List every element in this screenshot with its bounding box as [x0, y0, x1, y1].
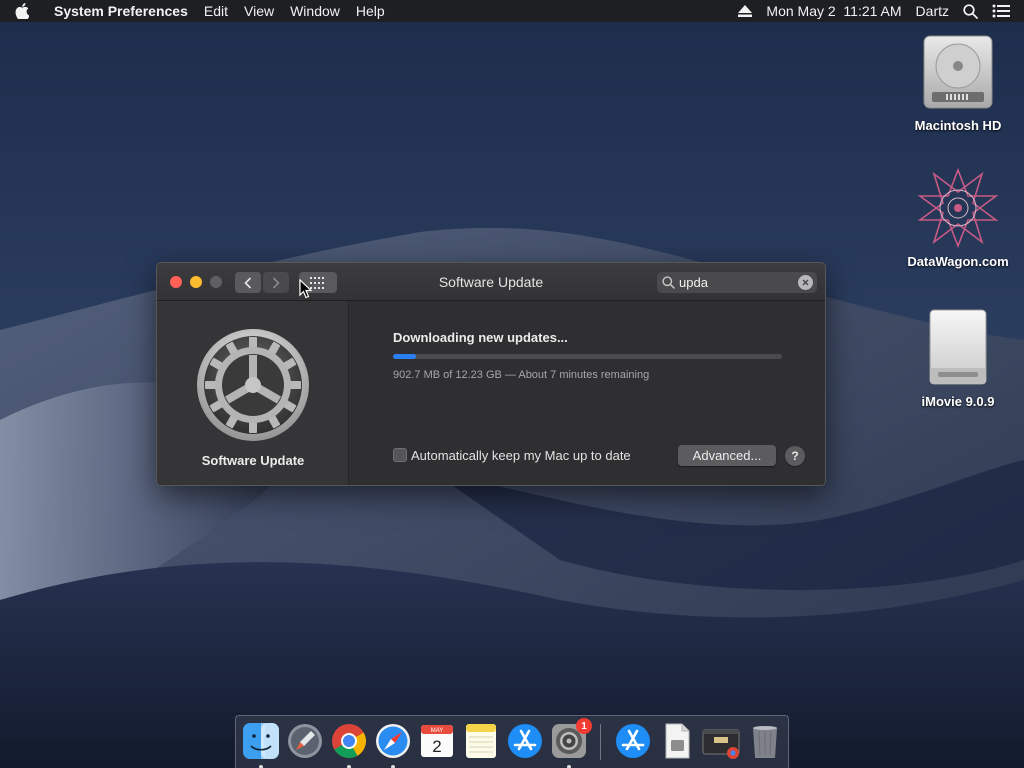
hard-drive-icon — [916, 30, 1000, 114]
menu-bar: System Preferences Edit View Window Help… — [0, 0, 1024, 22]
zoom-button[interactable] — [210, 276, 222, 288]
chrome-icon — [332, 724, 366, 758]
dock-item-launchpad[interactable] — [286, 722, 324, 760]
calendar-day: 2 — [432, 737, 441, 756]
document-icon — [665, 723, 690, 759]
close-button[interactable] — [170, 276, 182, 288]
datawagon-emblem-icon — [916, 166, 1000, 250]
dock-item-finder[interactable] — [242, 722, 280, 768]
menu-view[interactable]: View — [236, 0, 282, 22]
trash-icon — [753, 726, 777, 758]
menu-clock[interactable]: Mon May 2 11:21 AM — [759, 0, 908, 22]
notification-center-icon[interactable] — [985, 4, 1024, 18]
eject-icon[interactable] — [731, 5, 759, 17]
pane-name-label: Software Update — [201, 453, 305, 468]
download-progress-fill — [393, 354, 417, 359]
desktop-icon-label: iMovie 9.0.9 — [921, 394, 995, 409]
notes-icon — [466, 724, 496, 758]
dock-item-calendar[interactable]: MAY 2 — [418, 722, 456, 760]
dock-item-safari[interactable] — [374, 722, 412, 768]
download-progress-bar — [393, 354, 782, 359]
menu-extras: Mon May 2 11:21 AM Dartz — [731, 0, 1024, 22]
software-update-window: Software Update upda Software Update Dow… — [156, 262, 826, 486]
dock-item-trash[interactable] — [746, 722, 784, 760]
download-progress-text: 902.7 MB of 12.23 GB — About 7 minutes r… — [393, 369, 650, 381]
minimize-button[interactable] — [190, 276, 202, 288]
dock-separator — [600, 724, 601, 760]
clear-search-icon[interactable] — [798, 275, 813, 290]
calendar-icon: MAY 2 — [421, 725, 453, 757]
auto-update-checkbox[interactable] — [393, 448, 407, 462]
chevron-left-icon — [244, 276, 252, 289]
window-titlebar[interactable]: Software Update — [157, 263, 825, 301]
help-button[interactable]: ? — [785, 446, 805, 466]
menu-app-name[interactable]: System Preferences — [44, 0, 196, 22]
dock-item-document[interactable] — [658, 722, 696, 760]
dock-item-app-store-download[interactable] — [614, 722, 652, 760]
software-update-gear-icon — [195, 327, 311, 443]
preference-pane-sidebar: Software Update — [157, 301, 349, 485]
dock-item-chrome-window[interactable] — [702, 722, 740, 760]
desktop-icon-macintosh-hd[interactable]: Macintosh HD — [898, 30, 1018, 133]
search-field[interactable] — [657, 272, 817, 293]
apple-menu-icon[interactable] — [0, 3, 44, 19]
disk-image-icon — [916, 306, 1000, 390]
search-input[interactable] — [679, 275, 799, 290]
window-thumbnail-icon — [702, 729, 740, 759]
spotlight-search-icon[interactable] — [956, 3, 985, 19]
advanced-button[interactable]: Advanced... — [678, 445, 776, 466]
app-store-icon — [508, 724, 542, 758]
dock-item-app-store[interactable] — [506, 722, 544, 760]
desktop-icon-label: Macintosh HD — [914, 118, 1002, 133]
download-status-title: Downloading new updates... — [393, 330, 568, 345]
desktop-icon-label: DataWagon.com — [907, 254, 1009, 269]
forward-button[interactable] — [263, 272, 289, 293]
back-button[interactable] — [235, 272, 261, 293]
calendar-month: MAY — [431, 728, 444, 734]
dock-item-chrome[interactable] — [330, 722, 368, 768]
dock-item-notes[interactable] — [462, 722, 500, 760]
menu-help[interactable]: Help — [348, 0, 393, 22]
finder-icon — [243, 723, 279, 759]
launchpad-icon — [288, 724, 322, 758]
menu-window[interactable]: Window — [282, 0, 348, 22]
mouse-pointer-icon — [299, 279, 313, 299]
menu-edit[interactable]: Edit — [196, 0, 236, 22]
safari-icon — [376, 724, 410, 758]
dock: MAY 2 1 — [235, 715, 789, 768]
desktop-icon-imovie[interactable]: iMovie 9.0.9 — [898, 306, 1018, 409]
auto-update-label[interactable]: Automatically keep my Mac up to date — [411, 448, 631, 463]
desktop-icon-datawagon[interactable]: DataWagon.com — [898, 166, 1018, 269]
dock-item-system-preferences[interactable]: 1 — [550, 718, 592, 768]
menu-user[interactable]: Dartz — [909, 0, 956, 22]
notification-badge: 1 — [576, 718, 592, 734]
search-icon — [662, 276, 675, 289]
app-store-download-icon — [616, 724, 650, 758]
chevron-right-icon — [272, 276, 280, 289]
